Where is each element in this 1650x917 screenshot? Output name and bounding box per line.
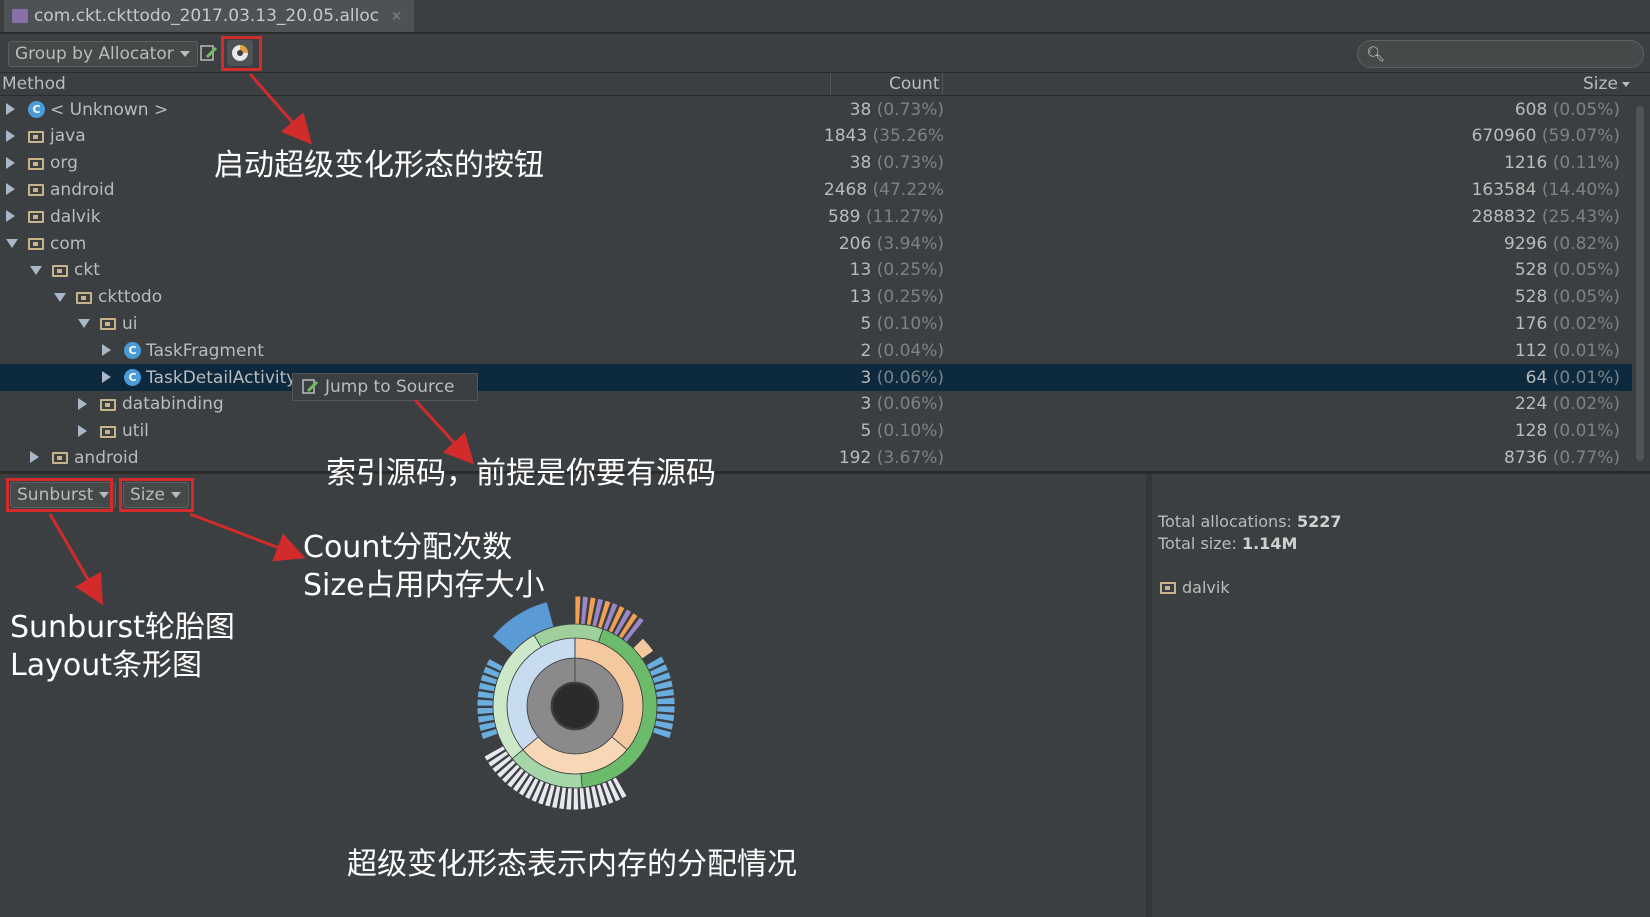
annotation-arrows: [48, 73, 475, 606]
annotation-size: Size占用内存大小: [303, 568, 545, 603]
annotation-jump-to-source: 索引源码，前提是你要有源码: [326, 456, 716, 491]
annotation-layout: Layout条形图: [10, 648, 202, 683]
annotation-sunburst-description: 超级变化形态表示内存的分配情况: [347, 847, 797, 882]
annotation-sunburst-button: 启动超级变化形态的按钮: [214, 148, 544, 183]
